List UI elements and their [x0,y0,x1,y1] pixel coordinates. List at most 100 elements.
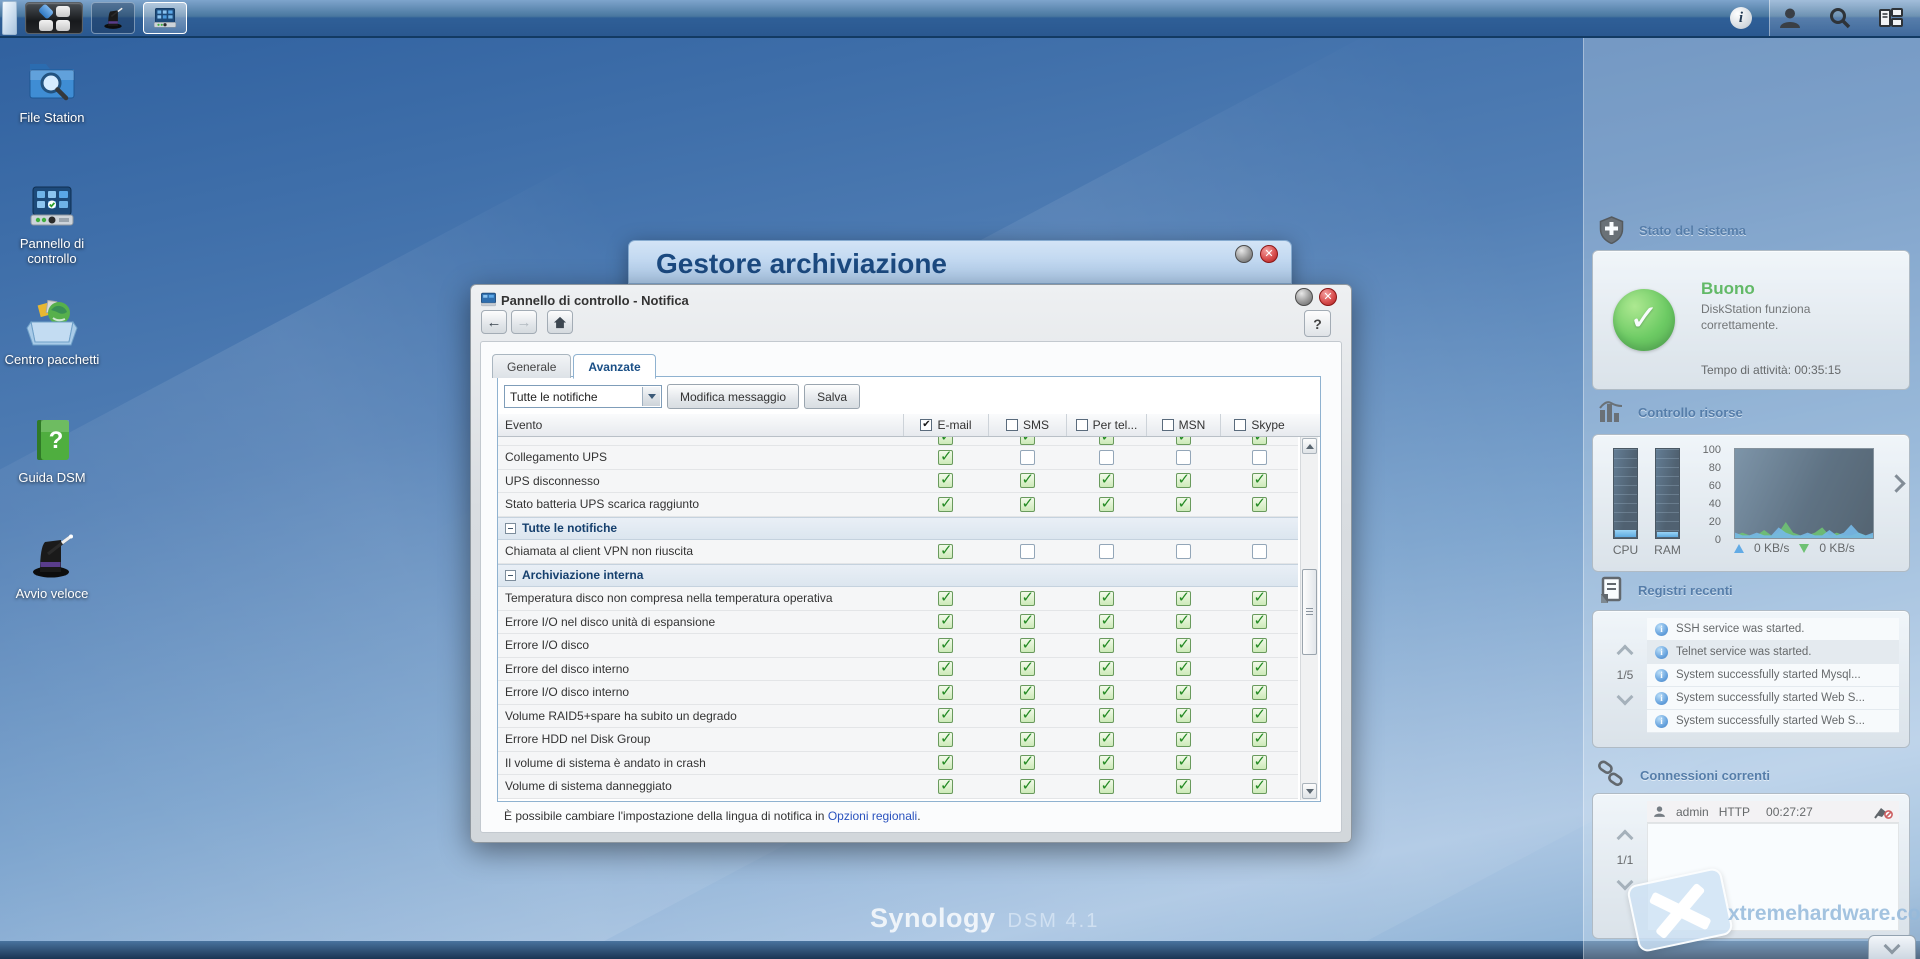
forward-button[interactable]: → [511,310,537,334]
notify-checkbox[interactable] [1020,755,1035,770]
notify-checkbox[interactable] [938,614,953,629]
notify-checkbox[interactable] [1099,450,1114,465]
main-menu-button[interactable] [25,2,83,34]
notify-checkbox[interactable] [938,473,953,488]
notify-checkbox[interactable] [1252,437,1267,445]
taskbar-quick-launch-button[interactable] [91,2,135,34]
notify-checkbox[interactable] [1176,779,1191,794]
group-row[interactable]: Tutte le notifiche [498,517,1298,541]
notify-checkbox[interactable] [1020,685,1035,700]
notify-checkbox[interactable] [938,661,953,676]
notify-checkbox[interactable] [938,437,953,445]
notify-checkbox[interactable] [938,544,953,559]
group-row[interactable]: Archiviazione interna [498,564,1298,588]
notify-checkbox[interactable] [1099,544,1114,559]
notify-checkbox[interactable] [1252,661,1267,676]
event-row[interactable]: Errore HDD nel Disk Group [498,728,1298,752]
desktop-icon-control-panel[interactable]: Pannello di controllo [0,178,104,266]
event-row[interactable]: Volume RAID5+spare ha subito un degrado [498,705,1298,729]
notify-checkbox[interactable] [1176,708,1191,723]
event-row[interactable]: Errore I/O nel disco unità di espansione [498,611,1298,635]
notify-checkbox[interactable] [938,732,953,747]
notify-checkbox[interactable] [1176,755,1191,770]
event-row[interactable]: Collegamento UPS [498,446,1298,470]
event-row[interactable]: Errore I/O disco [498,634,1298,658]
window-control-panel-notification[interactable]: Pannello di controllo - Notifica ✕ ← → ?… [470,284,1352,843]
edit-message-button[interactable]: Modifica messaggio [667,384,799,409]
notify-checkbox[interactable] [1099,497,1114,512]
notify-checkbox[interactable] [938,497,953,512]
tab-avanzate[interactable]: Avanzate [573,354,655,379]
scrollbar-thumb[interactable] [1302,569,1317,655]
column-header-pertel[interactable]: Per tel... [1066,414,1146,436]
home-button[interactable] [547,310,573,334]
notify-checkbox[interactable] [1252,638,1267,653]
notify-checkbox[interactable] [1252,450,1267,465]
minimize-button[interactable] [1295,288,1313,306]
dialog-titlebar[interactable]: Pannello di controllo - Notifica ✕ [471,285,1351,315]
back-button[interactable]: ← [481,310,507,334]
notify-checkbox[interactable] [938,450,953,465]
notify-checkbox[interactable] [1099,685,1114,700]
notify-checkbox[interactable] [1252,685,1267,700]
notify-checkbox[interactable] [1176,450,1191,465]
search-icon[interactable] [1828,6,1852,30]
notify-checkbox[interactable] [1176,685,1191,700]
desktop-icon-quick-start[interactable]: Avvio veloce [0,528,104,601]
info-icon[interactable]: i [1730,7,1752,29]
notify-checkbox[interactable] [1020,473,1035,488]
scroll-up-button[interactable] [1302,438,1317,454]
notify-checkbox[interactable] [1252,614,1267,629]
notify-checkbox[interactable] [1252,732,1267,747]
notify-checkbox[interactable] [1020,732,1035,747]
notify-checkbox[interactable] [938,638,953,653]
notify-checkbox[interactable] [1252,708,1267,723]
event-row[interactable]: Chiamata al client VPN non riuscita [498,540,1298,564]
notify-checkbox[interactable] [1252,591,1267,606]
notify-checkbox[interactable] [1176,661,1191,676]
notify-checkbox[interactable] [1099,661,1114,676]
notify-checkbox[interactable] [1099,732,1114,747]
notify-checkbox[interactable] [1176,437,1191,445]
notify-checkbox[interactable] [1020,779,1035,794]
desktop-icon-dsm-help[interactable]: ? Guida DSM [0,412,104,485]
notify-checkbox[interactable] [1176,473,1191,488]
notify-checkbox[interactable] [1252,497,1267,512]
notify-checkbox[interactable] [1176,497,1191,512]
notify-checkbox[interactable] [1176,544,1191,559]
notify-checkbox[interactable] [938,779,953,794]
event-row[interactable]: UPS disconnesso [498,470,1298,494]
notify-checkbox[interactable] [1252,755,1267,770]
notify-checkbox[interactable] [1099,779,1114,794]
notify-checkbox[interactable] [1099,437,1114,445]
widgets-panel-icon[interactable] [1878,6,1904,30]
show-desktop-button[interactable] [2,1,17,35]
notify-checkbox[interactable] [1020,614,1035,629]
column-header-evento[interactable]: Evento [498,414,903,436]
collapse-group-icon[interactable] [505,523,516,534]
column-select-checkbox[interactable] [1076,419,1088,431]
minimize-button[interactable] [1235,245,1253,263]
column-select-checkbox[interactable]: ✔ [920,419,932,431]
notify-checkbox[interactable] [1176,732,1191,747]
notify-checkbox[interactable] [1176,638,1191,653]
event-row[interactable]: Il volume di sistema è andato in crash [498,752,1298,776]
notify-checkbox[interactable] [1099,755,1114,770]
column-header-skype[interactable]: Skype [1220,414,1298,436]
collapse-group-icon[interactable] [505,570,516,581]
save-button[interactable]: Salva [804,384,860,409]
collapse-widget-panel-button[interactable] [1868,935,1916,959]
notify-checkbox[interactable] [1252,779,1267,794]
close-button[interactable]: ✕ [1319,288,1337,306]
event-row[interactable]: Volume di sistema danneggiato [498,775,1298,799]
notify-checkbox[interactable] [938,755,953,770]
notification-filter-select[interactable]: Tutte le notifiche [504,385,662,408]
column-select-checkbox[interactable] [1234,419,1246,431]
notify-checkbox[interactable] [1099,708,1114,723]
notify-checkbox[interactable] [1020,591,1035,606]
notify-checkbox[interactable] [1099,591,1114,606]
notify-checkbox[interactable] [1020,708,1035,723]
notify-checkbox[interactable] [1099,638,1114,653]
chevron-down-icon[interactable] [642,387,660,406]
user-icon[interactable] [1778,6,1802,30]
